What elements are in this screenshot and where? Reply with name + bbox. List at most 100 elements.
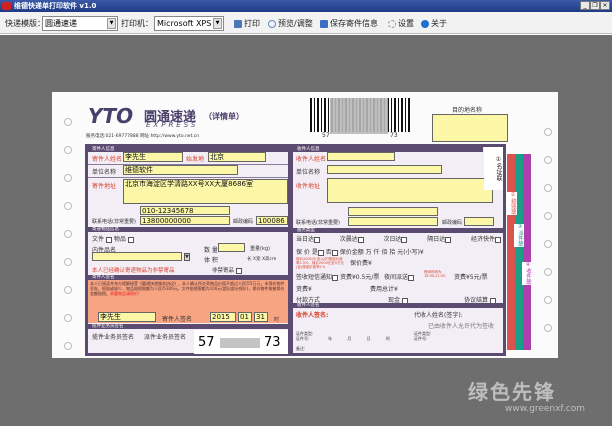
sign-month[interactable]: 01 bbox=[238, 312, 252, 322]
insured-amount-label: 保价金额 bbox=[339, 249, 364, 256]
sign-label: 寄件人签名 bbox=[162, 316, 193, 323]
copy-label-third: ③派件联 bbox=[514, 224, 524, 247]
goods-section: 寄递物品信息 bbox=[88, 227, 288, 232]
sender-zip-field[interactable]: 100086 bbox=[256, 216, 288, 225]
unit-month: 月 bbox=[347, 336, 352, 341]
divider bbox=[88, 177, 288, 178]
count-field[interactable] bbox=[218, 243, 245, 252]
title-bar: 维德快递单打印软件 v1.0 bbox=[0, 0, 612, 12]
sign-year[interactable]: 2015 bbox=[210, 312, 236, 322]
origin-label: 始发地 bbox=[186, 156, 205, 163]
destination-label: 目的地名称 bbox=[452, 107, 483, 114]
checkbox[interactable] bbox=[445, 236, 452, 243]
remark-label: 备注: bbox=[296, 346, 306, 351]
sender-phone1-field[interactable]: 010-12345678 bbox=[140, 206, 230, 215]
goods-doc: 文件 物品 bbox=[92, 234, 134, 243]
service-same-day[interactable]: 当日达 bbox=[296, 234, 321, 243]
template-select[interactable]: 圆通速递 ▼ bbox=[42, 16, 118, 31]
night-label: 夜间派送 bbox=[384, 274, 409, 281]
receiver-company-field[interactable] bbox=[327, 165, 442, 174]
item-checkbox[interactable] bbox=[127, 236, 134, 243]
unit-hour: 时 bbox=[385, 336, 390, 341]
doc-label: 文件 bbox=[92, 236, 105, 243]
chevron-down-icon[interactable]: ▼ bbox=[184, 253, 190, 261]
print-button[interactable]: 打印 bbox=[234, 18, 260, 29]
service-options: 当日达 次晨达 次日达 隔日达 经济快件 bbox=[296, 234, 501, 243]
checkbox[interactable] bbox=[401, 236, 408, 243]
receiver-zip-field[interactable] bbox=[464, 217, 494, 226]
watermark-url: www.greenxf.com bbox=[505, 404, 586, 414]
template-value: 圆通速递 bbox=[45, 19, 77, 28]
feed-hole bbox=[64, 286, 72, 294]
sender-name-field[interactable]: 李先生 bbox=[123, 152, 183, 162]
sender-phone-label: 联系电话(非常重要) bbox=[92, 219, 136, 225]
content-select[interactable] bbox=[92, 252, 182, 261]
feed-hole bbox=[544, 324, 552, 332]
minimize-button[interactable]: _ bbox=[580, 1, 590, 10]
save-sender-button[interactable]: 保存寄件信息 bbox=[320, 18, 378, 29]
id-no-label: 证件号: bbox=[296, 336, 310, 341]
receiver-name-field[interactable] bbox=[327, 152, 395, 161]
sender-sign-field[interactable]: 李先生 bbox=[98, 312, 156, 322]
service-section: 服务类型 bbox=[293, 228, 503, 233]
feed-hole bbox=[64, 342, 72, 350]
sender-address-field[interactable]: 北京市海淀区学清路XX号XX大厦8686室 bbox=[123, 179, 288, 204]
close-button[interactable]: × bbox=[600, 1, 610, 10]
chevron-down-icon[interactable]: ▼ bbox=[107, 18, 116, 29]
nonbanned: 非禁寄品 bbox=[212, 266, 242, 274]
service-second-day[interactable]: 隔日达 bbox=[427, 234, 452, 243]
feed-hole bbox=[64, 230, 72, 238]
night-checkbox[interactable] bbox=[408, 274, 415, 281]
feed-hole bbox=[544, 128, 552, 136]
sms-label: 签收短信通知 bbox=[296, 274, 333, 281]
window-title: 维德快递单打印软件 v1.0 bbox=[14, 2, 97, 10]
nonbanned-checkbox[interactable] bbox=[235, 267, 242, 274]
service-next-morning[interactable]: 次晨达 bbox=[340, 234, 364, 243]
sender-company-field[interactable]: 维德软件 bbox=[123, 165, 238, 175]
weight-label: 重量(kg) bbox=[250, 246, 270, 252]
feed-hole bbox=[544, 212, 552, 220]
sms-checkbox[interactable] bbox=[332, 274, 339, 281]
watermark-text: 绿色先锋 bbox=[468, 380, 556, 404]
printer-select[interactable]: Microsoft XPS ▼ bbox=[154, 16, 224, 31]
staff-section: 揽件业务员签名 bbox=[88, 324, 288, 329]
sign-day[interactable]: 31 bbox=[254, 312, 268, 322]
gear-icon bbox=[388, 19, 396, 28]
agent-id-no-label: 证件号: bbox=[414, 336, 428, 341]
strip-red bbox=[507, 154, 515, 350]
checkbox[interactable] bbox=[357, 236, 364, 243]
insured-yes-checkbox[interactable] bbox=[317, 249, 324, 256]
feed-hole bbox=[64, 118, 72, 126]
receiver-company-label: 单位名称 bbox=[296, 169, 321, 176]
unit-day: 日 bbox=[366, 336, 371, 341]
about-button[interactable]: 关于 bbox=[421, 18, 447, 29]
insured-yes-label: 保 价 是 bbox=[296, 249, 318, 256]
checkbox[interactable] bbox=[314, 236, 321, 243]
receiver-phone1-field[interactable] bbox=[348, 207, 438, 216]
hotline: 服务电话:021-69777888 网址:http://www.yto.net.… bbox=[86, 134, 200, 139]
receiver-phone2-field[interactable] bbox=[348, 217, 438, 226]
waybill-paper: YTO 圆通速递 EXPRESS （详情单） 服务电话:021-69777888… bbox=[52, 92, 558, 358]
service-economy[interactable]: 经济快件 bbox=[471, 234, 501, 243]
checkbox[interactable] bbox=[494, 236, 501, 243]
number-blur bbox=[220, 338, 260, 348]
barcode-end: 73 bbox=[390, 132, 398, 139]
restore-button[interactable]: ❐ bbox=[590, 1, 600, 10]
insured-no-checkbox[interactable] bbox=[331, 249, 338, 256]
receiver-address-field[interactable] bbox=[327, 178, 493, 203]
night-row: 夜间派送 bbox=[384, 272, 415, 281]
sender-phone2-field[interactable]: 13800000000 bbox=[140, 216, 230, 225]
chevron-down-icon[interactable]: ▼ bbox=[213, 18, 222, 29]
preview-button[interactable]: 预览/调整 bbox=[268, 18, 313, 29]
settings-button[interactable]: 设置 bbox=[388, 18, 414, 29]
staff-barcode-end: 73 bbox=[264, 335, 281, 350]
service-next-day[interactable]: 次日达 bbox=[383, 234, 408, 243]
feed-hole bbox=[544, 268, 552, 276]
doc-checkbox[interactable] bbox=[105, 236, 112, 243]
strip-magenta bbox=[523, 154, 531, 350]
origin-field[interactable]: 北京 bbox=[208, 152, 266, 162]
feed-hole bbox=[64, 202, 72, 210]
receiver-name-label: 收件人姓名 bbox=[296, 156, 327, 163]
destination-field[interactable] bbox=[432, 114, 508, 142]
copy-label-first: ①名址联 bbox=[484, 147, 503, 190]
